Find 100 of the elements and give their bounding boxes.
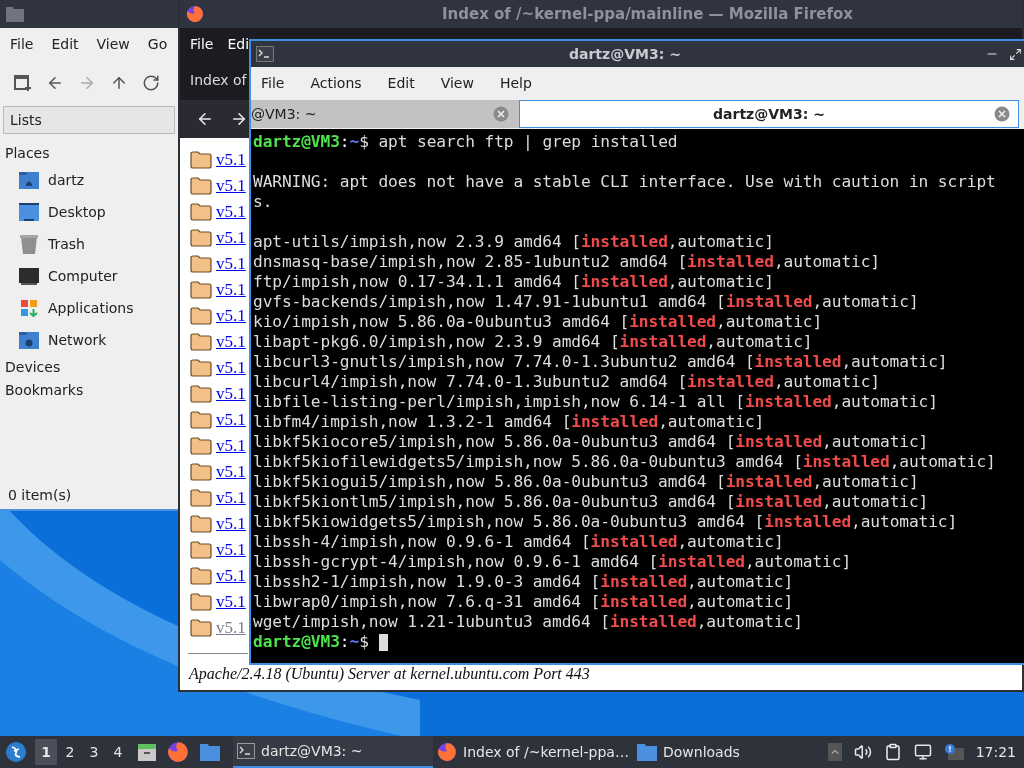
menu-item[interactable]: Edit (387, 72, 415, 94)
task-button[interactable]: Downloads (633, 736, 744, 768)
back-icon[interactable] (196, 110, 214, 128)
terminal-tab[interactable]: dartz@VM3: ~ (519, 100, 1019, 128)
menu-item[interactable]: File (10, 33, 34, 55)
directory-link[interactable]: v5.1 (216, 225, 246, 251)
terminal-line: libkf5kiocore5/impish,now 5.86.0a-0ubuntu3 amd64 [installed,automatic] (253, 432, 930, 452)
back-icon[interactable] (46, 74, 64, 92)
terminal-icon (256, 46, 274, 62)
clipboard-icon[interactable] (883, 743, 902, 761)
task-button[interactable]: Index of /~kernel-ppa… (433, 736, 633, 768)
notification-icon[interactable] (943, 743, 964, 761)
folder-icon (190, 411, 212, 429)
menu-item[interactable]: Actions (310, 72, 362, 94)
reload-icon[interactable] (142, 74, 160, 92)
server-signature: Apache/2.4.18 (Ubuntu) Server at kernel.ubuntu.com Port 443 (187, 664, 591, 685)
menu-item[interactable]: View (440, 72, 474, 94)
menu-item[interactable]: Go (147, 33, 168, 55)
clock[interactable]: 17:21 (975, 741, 1016, 763)
place-item[interactable]: dartz (0, 164, 178, 196)
location-field[interactable]: Lists (3, 106, 175, 134)
directory-link[interactable]: v5.1 (216, 485, 246, 511)
folder-icon (6, 6, 24, 22)
folder-icon (190, 463, 212, 481)
maximize-icon[interactable] (1009, 47, 1022, 61)
terminal-line: dartz@VM3:~$ apt search ftp | grep installed (253, 132, 678, 152)
tray-expand-icon[interactable] (827, 743, 842, 761)
directory-link[interactable]: v5.1 (216, 615, 246, 641)
directory-link[interactable]: v5.1 (216, 173, 246, 199)
computer-icon (18, 265, 40, 287)
close-icon[interactable] (994, 106, 1010, 122)
menu-item[interactable]: View (96, 33, 130, 55)
directory-link[interactable]: v5.1 (216, 199, 246, 225)
folder-icon (190, 281, 212, 299)
directory-link[interactable]: v5.1 (216, 433, 246, 459)
directory-link[interactable]: v5.1 (216, 277, 246, 303)
directory-link[interactable]: v5.1 (216, 459, 246, 485)
directory-link[interactable]: v5.1 (216, 303, 246, 329)
menu-item[interactable]: Edi (227, 33, 250, 55)
menu-item[interactable]: File (190, 33, 214, 55)
section-heading[interactable]: Devices (0, 356, 178, 379)
directory-link[interactable]: v5.1 (216, 355, 246, 381)
terminal-line: libfile-listing-perl/impish,impish,now 6.14-1 all [installed,automatic] (253, 392, 939, 412)
window-title: Index of /~kernel-ppa/mainline — Mozilla Firefox (442, 3, 853, 25)
browser-tab[interactable]: Index of (190, 69, 247, 91)
menu-item[interactable]: File (261, 72, 285, 94)
terminal-tab[interactable]: @VM3: ~ (251, 100, 519, 128)
workspace-switch[interactable]: 1 (35, 739, 57, 765)
terminal-line: libssh-4/impish,now 0.9.6-1 amd64 [installed,automatic] (253, 532, 785, 552)
terminal-line: libkf5kiowidgets5/impish,now 5.86.0a-0ubuntu3 amd64 [installed,automatic] (253, 512, 959, 532)
place-item[interactable]: Desktop (0, 196, 178, 228)
network-icon[interactable] (913, 743, 932, 761)
speaker-icon[interactable] (853, 743, 872, 761)
menu-item[interactable]: Help (499, 72, 532, 94)
folder-icon (190, 515, 212, 533)
directory-link[interactable]: v5.1 (216, 251, 246, 277)
directory-link[interactable]: v5.1 (216, 381, 246, 407)
folder-icon (190, 177, 212, 195)
new-window-icon[interactable] (14, 74, 32, 92)
close-icon[interactable] (493, 106, 509, 122)
directory-link[interactable]: v5.1 (216, 407, 246, 433)
menu-item[interactable]: Edit (51, 33, 79, 55)
start-menu-icon[interactable] (5, 741, 27, 763)
terminal-line: dnsmasq-base/impish,now 2.85-1ubuntu2 amd64 [installed,automatic] (253, 252, 881, 272)
folder-icon (637, 743, 657, 761)
folder-icon (190, 385, 212, 403)
terminal-line: apt-utils/impish,now 2.3.9 amd64 [installed,automatic] (253, 232, 775, 252)
place-item[interactable]: Applications (0, 292, 178, 324)
directory-link[interactable]: v5.1 (216, 147, 246, 173)
terminal-line: kio/impish,now 5.86.0a-0ubuntu3 amd64 [installed,automatic] (253, 312, 824, 332)
place-item[interactable]: Trash (0, 228, 178, 260)
terminal-line: libkf5kiogui5/impish,now 5.86.0a-0ubuntu3 amd64 [installed,automatic] (253, 472, 920, 492)
terminal-line: libfm4/impish,now 1.3.2-1 amd64 [installed,automatic] (253, 412, 766, 432)
forward-icon[interactable] (230, 110, 248, 128)
place-item[interactable]: Network (0, 324, 178, 356)
folder-icon[interactable] (199, 743, 221, 761)
place-item[interactable]: Computer (0, 260, 178, 292)
directory-link[interactable]: v5.1 (216, 537, 246, 563)
workspace-switch[interactable]: 3 (83, 739, 105, 765)
file-cabinet-icon[interactable] (137, 742, 157, 762)
folder-icon (190, 593, 212, 611)
folder-icon (190, 333, 212, 351)
applications-icon (18, 297, 40, 319)
terminal-icon (237, 743, 255, 759)
globe-fox-icon[interactable] (167, 741, 189, 763)
terminal-line: s. (253, 192, 274, 212)
workspace-switch[interactable]: 2 (59, 739, 81, 765)
workspace-switch[interactable]: 4 (107, 739, 129, 765)
directory-link[interactable]: v5.1 (216, 511, 246, 537)
home-folder-icon (18, 169, 40, 191)
task-button[interactable]: dartz@VM3: ~ (233, 736, 433, 768)
up-icon[interactable] (110, 74, 128, 92)
folder-icon (190, 307, 212, 325)
terminal-line: libapt-pkg6.0/impish,now 2.3.9 amd64 [installed,automatic] (253, 332, 814, 352)
directory-link[interactable]: v5.1 (216, 563, 246, 589)
section-heading[interactable]: Bookmarks (0, 379, 178, 402)
trash-icon (18, 233, 40, 255)
globe-fox-icon (186, 5, 204, 23)
directory-link[interactable]: v5.1 (216, 589, 246, 615)
directory-link[interactable]: v5.1 (216, 329, 246, 355)
